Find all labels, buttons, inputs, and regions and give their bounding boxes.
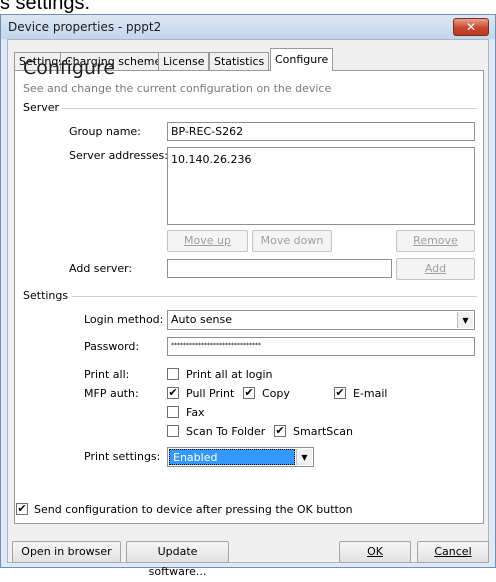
print-all-label: Print all: — [84, 368, 130, 381]
server-section-label: Server — [23, 101, 60, 114]
copy-label: Copy — [262, 387, 290, 400]
send-config-label: Send configuration to device after press… — [34, 503, 353, 516]
pull-print-label: Pull Print — [186, 387, 235, 400]
update-software-button[interactable]: Update software... — [126, 541, 229, 578]
send-config-checkbox[interactable]: ✔ — [16, 503, 28, 515]
tab-configure[interactable]: Configure — [270, 48, 334, 71]
add-button[interactable]: Add — [396, 258, 475, 280]
server-addresses-label: Server addresses: — [69, 149, 168, 162]
check-icon: ✔ — [275, 424, 285, 437]
server-section-divider — [62, 108, 477, 109]
fax-label: Fax — [186, 406, 205, 419]
tab-statistics[interactable]: Statistics — [209, 52, 270, 70]
email-label: E-mail — [353, 387, 388, 400]
chevron-down-icon: ▼ — [296, 449, 312, 465]
scan-to-folder-checkbox[interactable] — [167, 425, 179, 437]
fax-checkbox[interactable] — [167, 406, 179, 418]
print-settings-select[interactable]: Enabled ▼ — [167, 447, 314, 467]
check-icon: ✔ — [244, 386, 254, 399]
smartscan-label: SmartScan — [293, 425, 354, 438]
email-checkbox[interactable]: ✔ — [334, 387, 346, 399]
password-field[interactable]: ****************************** — [167, 337, 475, 356]
print-settings-label: Print settings: — [84, 450, 161, 463]
print-all-at-login-checkbox[interactable] — [167, 368, 179, 380]
check-icon: ✔ — [335, 386, 345, 399]
window-title: Device properties - pppt2 — [8, 20, 162, 34]
settings-section-divider — [72, 296, 477, 297]
group-name-label: Group name: — [69, 125, 141, 138]
title-bar[interactable]: Device properties - pppt2 ✕ — [1, 15, 495, 39]
remove-button[interactable]: Remove — [396, 230, 475, 252]
open-in-browser-button[interactable]: Open in browser — [12, 541, 121, 563]
add-server-label: Add server: — [69, 262, 133, 275]
pull-print-checkbox[interactable]: ✔ — [167, 387, 179, 399]
cancel-button[interactable]: Cancel — [417, 541, 489, 563]
ok-button[interactable]: OK — [339, 541, 411, 563]
close-button[interactable]: ✕ — [453, 18, 489, 36]
group-name-field[interactable]: BP-REC-S262 — [167, 122, 475, 141]
check-icon: ✔ — [17, 502, 27, 515]
move-down-button[interactable]: Move down — [252, 230, 332, 252]
copy-checkbox[interactable]: ✔ — [243, 387, 255, 399]
smartscan-checkbox[interactable]: ✔ — [274, 425, 286, 437]
login-method-select[interactable]: Auto sense ▼ — [167, 310, 475, 330]
page-title: Configure — [23, 57, 116, 79]
check-icon: ✔ — [168, 386, 178, 399]
move-up-button[interactable]: Move up — [167, 230, 248, 252]
chevron-down-icon: ▼ — [457, 312, 473, 328]
list-item[interactable]: 10.140.26.236 — [171, 153, 471, 166]
settings-section-label: Settings — [23, 289, 69, 302]
login-method-label: Login method: — [84, 313, 164, 326]
add-server-input[interactable] — [167, 259, 392, 278]
password-label: Password: — [84, 340, 140, 353]
close-icon: ✕ — [465, 20, 477, 34]
device-properties-window: Device properties - pppt2 ✕ Settings Cha… — [0, 14, 496, 568]
caption-text: s settings. — [0, 0, 91, 14]
tab-license[interactable]: License — [158, 52, 210, 70]
mfp-auth-label: MFP auth: — [84, 387, 139, 400]
dialog-client-area: Settings Charging scheme License Statist… — [7, 39, 489, 563]
scan-to-folder-label: Scan To Folder — [186, 425, 266, 438]
server-addresses-list[interactable]: 10.140.26.236 — [167, 147, 475, 225]
print-all-at-login-label: Print all at login — [186, 368, 273, 381]
page-subtitle: See and change the current configuration… — [23, 82, 332, 95]
